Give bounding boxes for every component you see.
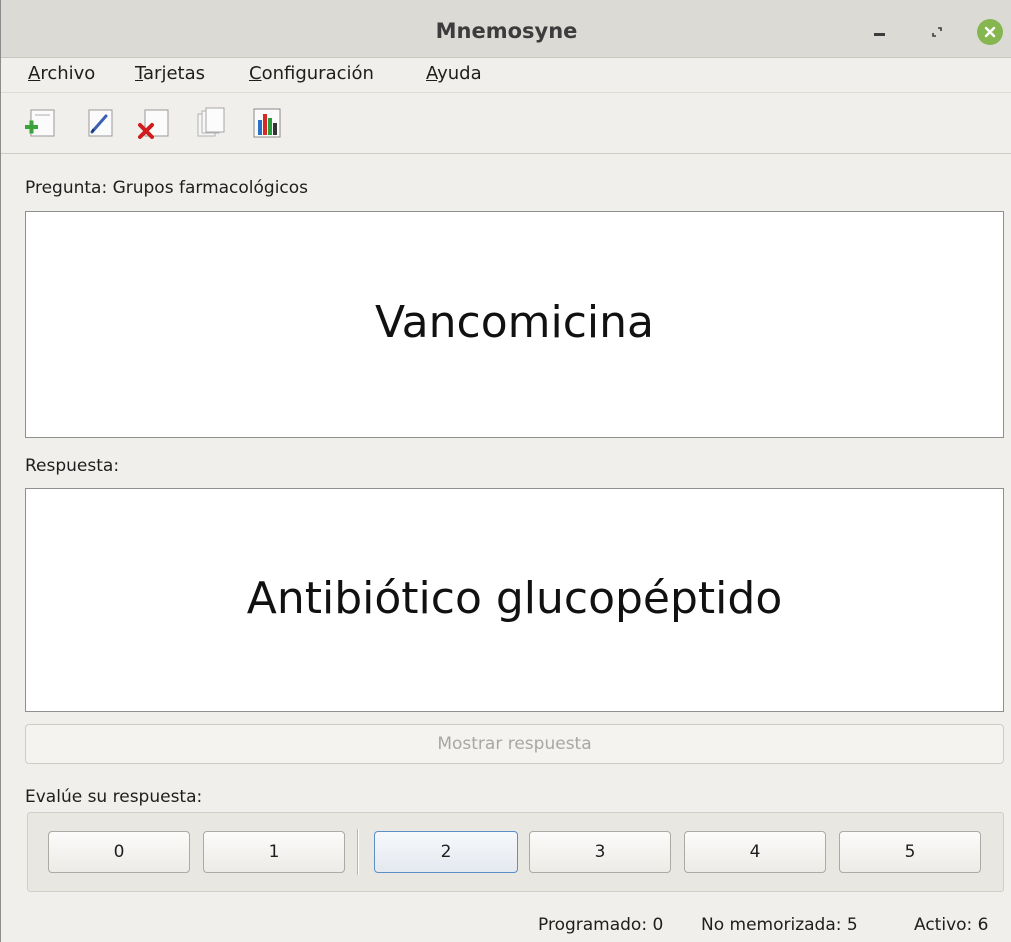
menu-archivo-label: rchivo — [40, 63, 96, 84]
grade-4-button[interactable]: 4 — [684, 831, 826, 873]
minimize-icon — [873, 32, 885, 36]
question-label: Pregunta: Grupos farmacológicos — [25, 178, 309, 198]
maximize-button[interactable] — [925, 20, 949, 44]
statistics-icon — [253, 108, 281, 138]
answer-label: Respuesta: — [25, 456, 120, 476]
statistics-button[interactable] — [249, 105, 285, 141]
add-card-icon — [25, 109, 55, 137]
delete-card-button[interactable] — [137, 105, 173, 141]
title-bar[interactable]: Mnemosyne — [1, 0, 1011, 58]
answer-pane: Antibiótico glucopéptido — [25, 488, 1004, 712]
grade-separator — [357, 829, 359, 875]
menu-configuracion[interactable]: Configuración — [249, 60, 374, 88]
close-icon — [984, 26, 996, 38]
toolbar — [1, 92, 1011, 154]
close-button[interactable] — [977, 19, 1003, 45]
question-pane: Vancomicina — [25, 211, 1004, 438]
status-bar: Programado: 0 No memorizada: 5 Activo: 6 — [1, 906, 1011, 942]
grade-buttons-group: 0 1 2 3 4 5 — [27, 812, 1004, 892]
answer-text: Antibiótico glucopéptido — [246, 572, 783, 624]
add-card-button[interactable] — [23, 105, 59, 141]
delete-card-icon — [138, 109, 169, 139]
grade-3-button[interactable]: 3 — [529, 831, 671, 873]
card-browser-button[interactable] — [193, 105, 229, 141]
card-browser-icon — [197, 107, 225, 137]
menu-ayuda[interactable]: Ayuda — [426, 60, 482, 88]
menu-ayuda-accel: A — [426, 63, 438, 84]
grade-1-button[interactable]: 1 — [203, 831, 345, 873]
show-answer-button[interactable]: Mostrar respuesta — [25, 724, 1004, 764]
grade-5-button[interactable]: 5 — [839, 831, 981, 873]
edit-card-icon — [88, 109, 113, 137]
menu-tarjetas-label: arjetas — [143, 63, 205, 84]
grade-0-button[interactable]: 0 — [48, 831, 190, 873]
question-text: Vancomicina — [375, 297, 654, 348]
menu-configuracion-label: onfiguración — [261, 63, 374, 84]
status-not-memorised: No memorizada: 5 — [701, 915, 858, 935]
restore-icon — [932, 27, 942, 37]
app-window: Mnemosyne Archivo Tarjetas Configuración… — [0, 0, 1011, 942]
minimize-button[interactable] — [867, 20, 891, 44]
menu-configuracion-accel: C — [249, 63, 262, 84]
menu-ayuda-label: yuda — [437, 63, 482, 84]
menu-tarjetas-accel: T — [135, 63, 144, 84]
menu-archivo-accel: A — [28, 63, 41, 84]
grade-label: Evalúe su respuesta: — [25, 787, 203, 807]
menu-bar: Archivo Tarjetas Configuración Ayuda — [1, 58, 1011, 90]
menu-tarjetas[interactable]: Tarjetas — [135, 60, 205, 88]
status-active: Activo: 6 — [914, 915, 989, 935]
window-title: Mnemosyne — [435, 19, 578, 43]
edit-card-button[interactable] — [81, 105, 117, 141]
menu-archivo[interactable]: Archivo — [28, 60, 95, 88]
status-scheduled: Programado: 0 — [538, 915, 664, 935]
grade-2-button[interactable]: 2 — [374, 831, 518, 873]
